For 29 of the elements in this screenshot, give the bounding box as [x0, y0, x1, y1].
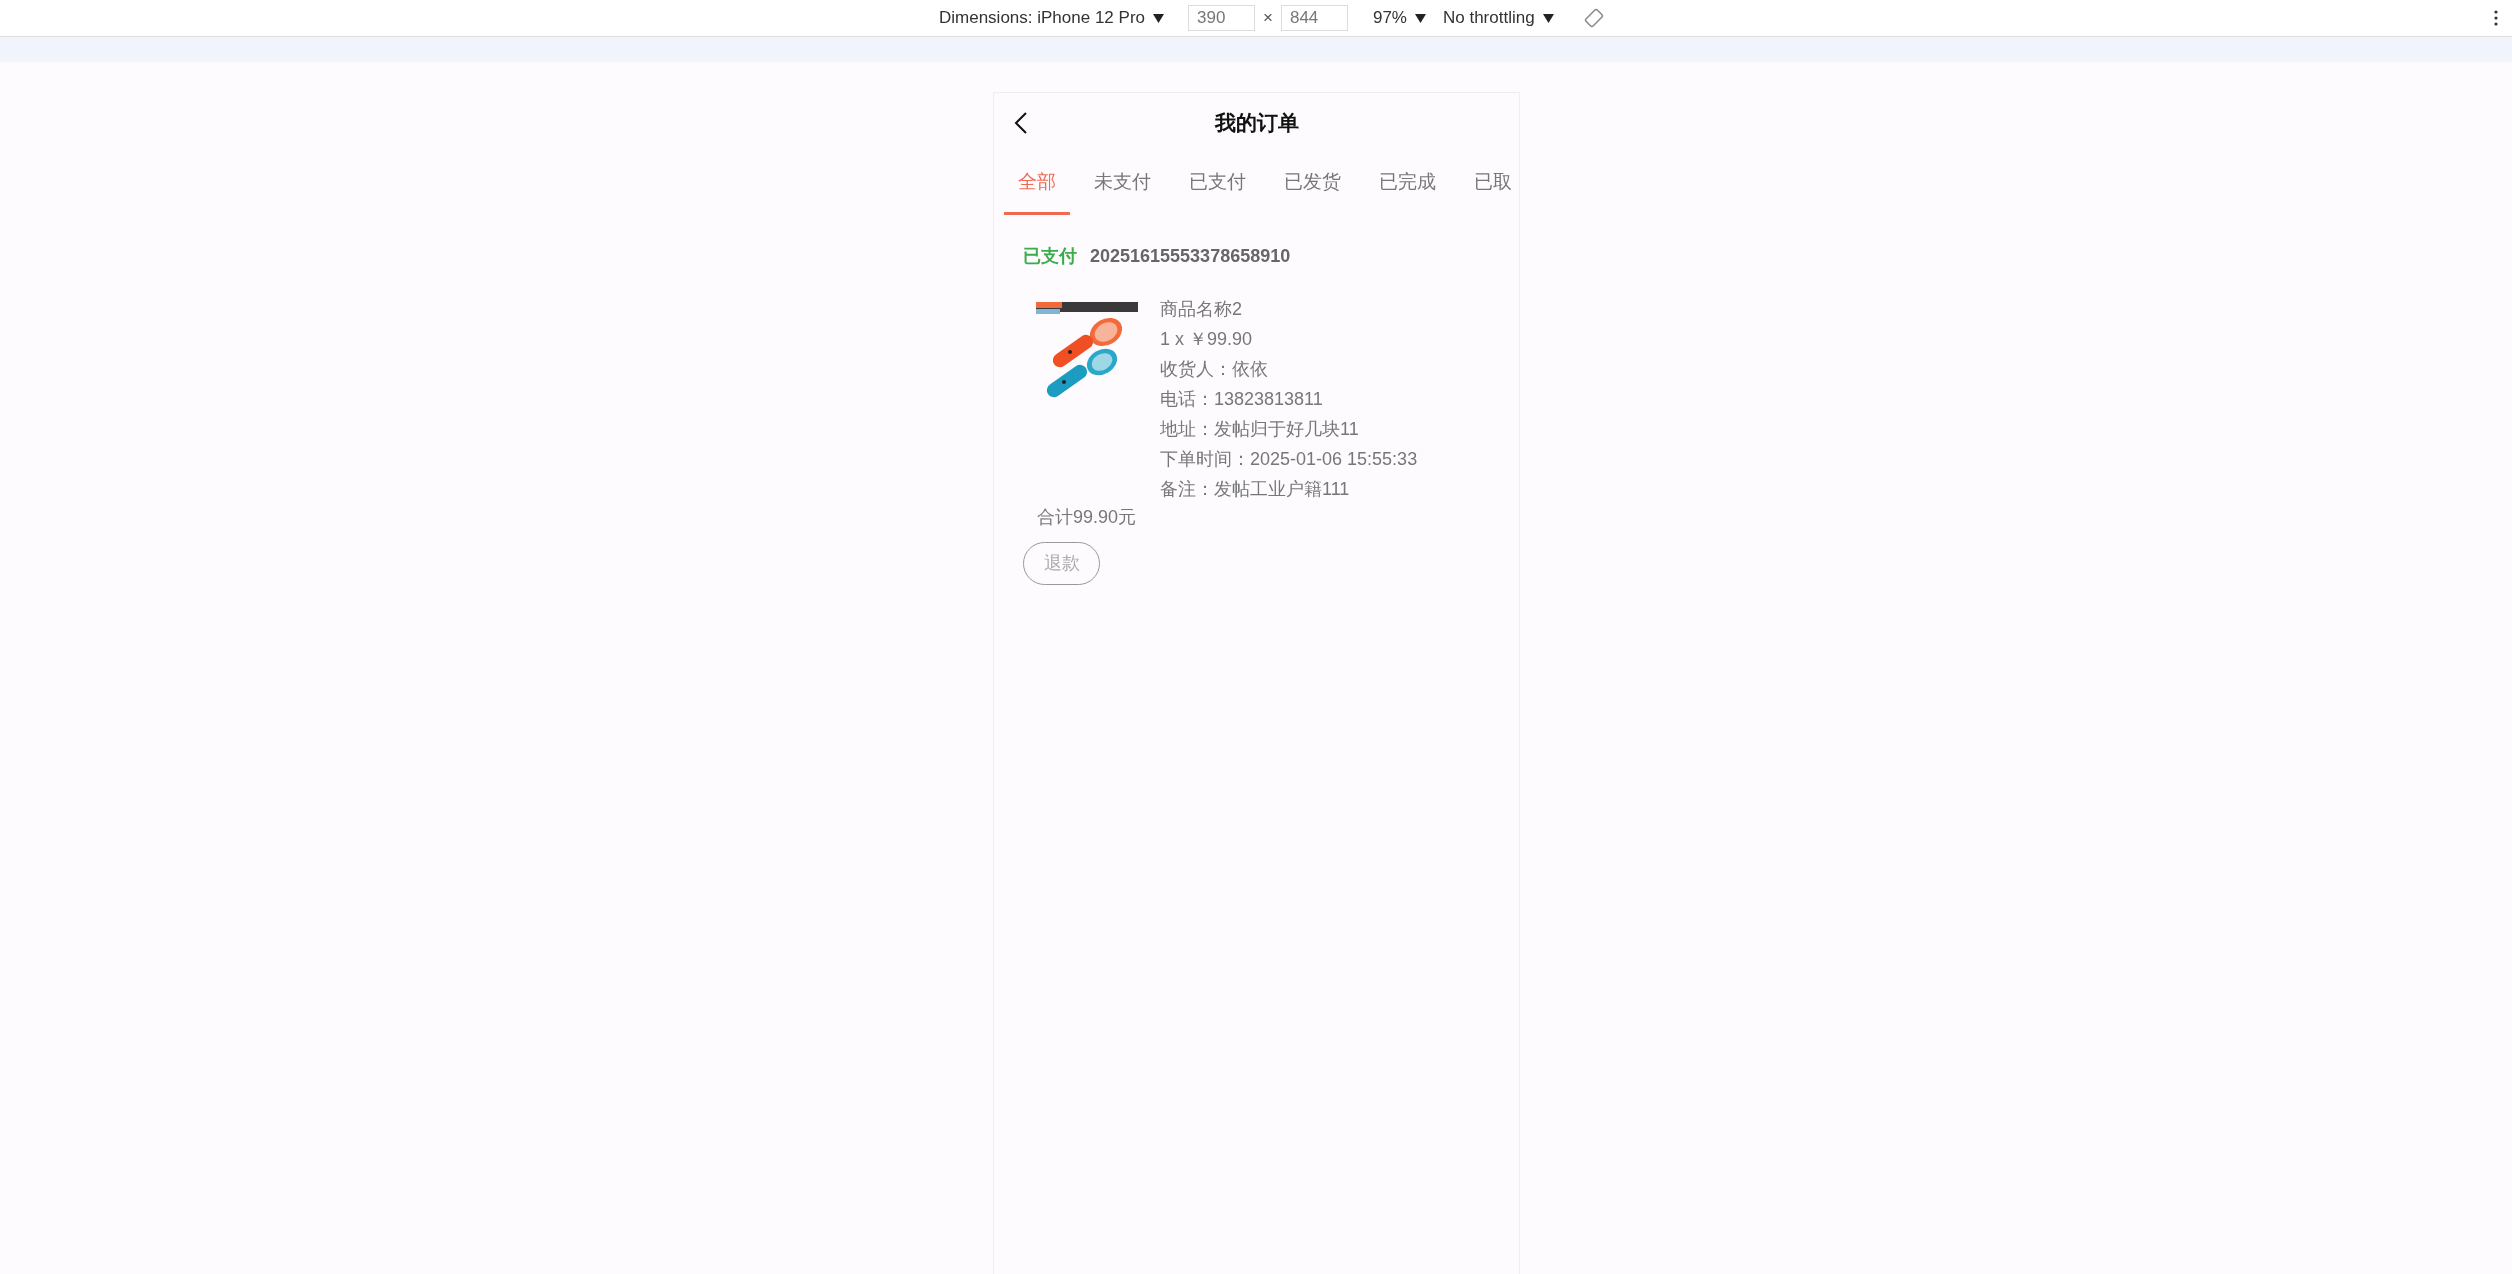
dropdown-caret-icon: [1415, 13, 1426, 23]
dropdown-caret-icon: [1542, 13, 1554, 23]
order-tab[interactable]: 已完成: [1365, 153, 1450, 215]
page-title: 我的订单: [1214, 110, 1299, 137]
dropdown-caret-icon: [1153, 13, 1164, 23]
order-detail-line: 地址：发帖归于好几块11: [1160, 418, 1360, 441]
order-detail-line: 收货人：依依: [1160, 358, 1269, 381]
order-status: 已支付: [1023, 245, 1077, 268]
width-field[interactable]: 390: [1188, 5, 1255, 31]
back-icon[interactable]: [1014, 111, 1028, 135]
order-detail-line: 电话：13823813811: [1160, 388, 1324, 411]
zoom-dropdown[interactable]: 97%: [1372, 5, 1426, 31]
order-tab[interactable]: 已取: [1460, 153, 1519, 215]
order-detail-line: 商品名称2: [1160, 298, 1243, 321]
order-detail-line: 下单时间：2025-01-06 15:55:33: [1160, 448, 1418, 471]
order-detail-line: 1 x ￥99.90: [1160, 328, 1254, 351]
more-options-icon[interactable]: [2494, 10, 2498, 26]
height-field[interactable]: 844: [1280, 5, 1348, 31]
throttling-dropdown[interactable]: No throttling: [1443, 5, 1554, 31]
order-tab[interactable]: 未支付: [1080, 153, 1165, 215]
rotate-icon[interactable]: [1583, 8, 1604, 28]
order-tab[interactable]: 已支付: [1175, 153, 1260, 215]
order-tab[interactable]: 全部: [1004, 153, 1070, 215]
device-dropdown[interactable]: Dimensions: iPhone 12 Pro: [939, 5, 1164, 31]
order-detail-line: 备注：发帖工业户籍111: [1160, 478, 1351, 501]
order-number: 20251615553378658910: [1090, 245, 1291, 268]
order-total: 合计99.90元: [1037, 506, 1138, 529]
times-sign: ×: [1263, 7, 1273, 30]
order-tab[interactable]: 已发货: [1270, 153, 1355, 215]
